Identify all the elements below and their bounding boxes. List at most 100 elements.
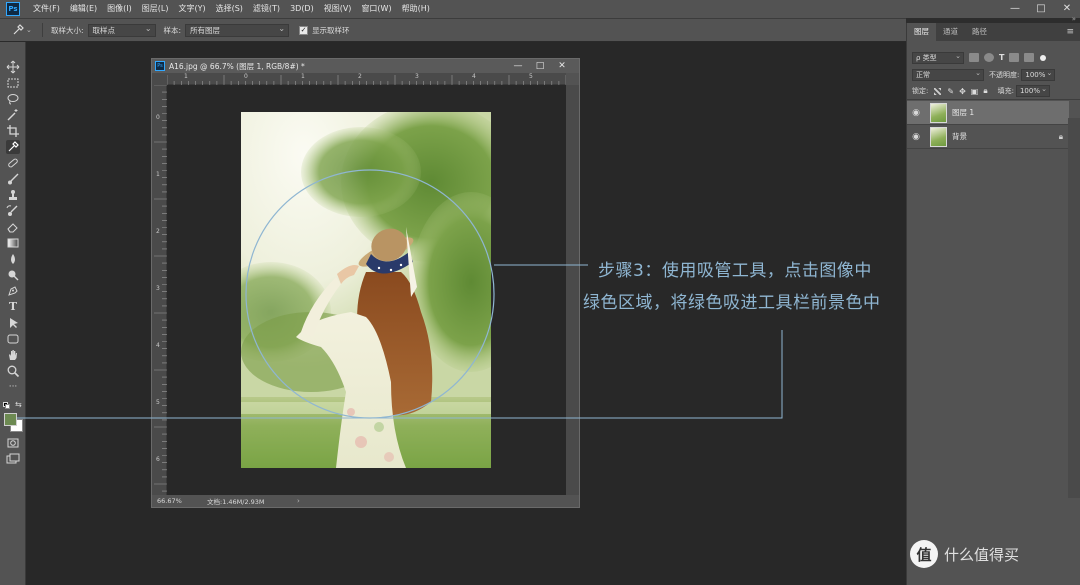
document-title-bar[interactable]: Ps A16.jpg @ 66.7% (图层 1, RGB/8#) * — □ … (152, 59, 579, 73)
smart-object-filter-icon[interactable] (1024, 53, 1035, 62)
clone-stamp-tool-icon[interactable] (6, 188, 20, 202)
rectangle-tool-icon[interactable] (6, 332, 20, 346)
layer-row-layer1[interactable]: ◉ 图层 1 (907, 101, 1069, 125)
move-tool-icon[interactable] (6, 60, 20, 74)
sample-select[interactable]: 所有图层 (185, 23, 290, 37)
close-button[interactable]: ✕ (1054, 0, 1080, 18)
annotation-text-line2: 绿色区域，将绿色吸进工具栏前景色中 (583, 293, 881, 313)
menu-3d[interactable]: 3D(D) (285, 0, 319, 18)
more-tools-icon[interactable]: ··· (6, 380, 20, 394)
ruler-v-label: 5 (156, 399, 160, 406)
window-controls: — □ ✕ (1002, 0, 1080, 18)
gradient-tool-icon[interactable] (6, 236, 20, 250)
show-ring-checkbox[interactable]: ✓ (299, 25, 309, 35)
filter-toggle-icon[interactable] (1040, 54, 1047, 61)
lock-all-icon[interactable]: 🔒︎ (983, 86, 987, 96)
foreground-color-swatch[interactable] (4, 413, 17, 426)
eyedropper-preset-icon[interactable]: ⌄ (12, 24, 34, 36)
menu-help[interactable]: 帮助(H) (397, 0, 435, 18)
ruler-h-label: 1 (301, 73, 305, 80)
document-status-bar: 66.67% 文档:1.46M/2.93M › (152, 495, 579, 507)
document-minimize-button[interactable]: — (507, 59, 529, 73)
document-title: A16.jpg @ 66.7% (图层 1, RGB/8#) * (169, 61, 305, 71)
screen-mode-icon[interactable] (6, 452, 20, 466)
status-menu-arrow-icon[interactable]: › (297, 497, 300, 505)
default-colors-icon[interactable] (3, 402, 10, 409)
layer-filter-select[interactable]: ρ 类型 (912, 51, 964, 64)
history-brush-tool-icon[interactable] (6, 204, 20, 218)
options-divider (42, 23, 43, 37)
blur-tool-icon[interactable] (6, 252, 20, 266)
layer-name[interactable]: 图层 1 (952, 107, 974, 118)
menu-type[interactable]: 文字(Y) (173, 0, 210, 18)
ruler-h-label: 2 (358, 73, 362, 80)
visibility-eye-icon[interactable]: ◉ (907, 108, 925, 118)
tab-layers[interactable]: 图层 (907, 23, 936, 41)
type-filter-icon[interactable]: T (999, 53, 1004, 62)
quick-mask-icon[interactable] (6, 436, 20, 450)
layer-lock-icon: 🔒︎ (1058, 131, 1063, 141)
eraser-tool-icon[interactable] (6, 220, 20, 234)
healing-brush-tool-icon[interactable] (6, 156, 20, 170)
pixel-filter-icon[interactable] (969, 53, 979, 62)
adjustment-filter-icon[interactable] (984, 53, 994, 62)
lock-transparent-icon[interactable] (934, 87, 942, 95)
visibility-eye-icon[interactable]: ◉ (907, 132, 925, 142)
opacity-input[interactable]: 100% (1021, 68, 1056, 81)
layer-thumbnail (930, 126, 947, 147)
lock-position-icon[interactable]: ✥ (959, 87, 966, 96)
ruler-corner (152, 73, 167, 85)
path-selection-tool-icon[interactable] (6, 316, 20, 330)
sample-size-select[interactable]: 取样点 (87, 23, 156, 37)
horizontal-ruler: 1 0 1 2 3 4 5 (167, 73, 566, 85)
swap-colors-icon[interactable]: ⇆ (15, 400, 22, 409)
opacity-label: 不透明度: (989, 70, 1020, 79)
crop-tool-icon[interactable] (6, 124, 20, 138)
blend-mode-select[interactable]: 正常 (912, 68, 984, 81)
menu-file[interactable]: 文件(F) (28, 0, 65, 18)
document-window: Ps A16.jpg @ 66.7% (图层 1, RGB/8#) * — □ … (151, 58, 580, 508)
ruler-h-label: 5 (529, 73, 533, 80)
lock-artboard-icon[interactable]: ▣ (971, 87, 979, 96)
zoom-level-field[interactable]: 66.67% (157, 497, 207, 505)
hand-tool-icon[interactable] (6, 348, 20, 362)
tab-channels[interactable]: 通道 (936, 23, 965, 41)
maximize-button[interactable]: □ (1028, 0, 1054, 18)
lock-image-icon[interactable]: ✎ (947, 87, 954, 96)
eyedropper-tool-icon[interactable] (6, 140, 20, 154)
minimize-button[interactable]: — (1002, 0, 1028, 18)
dodge-tool-icon[interactable] (6, 268, 20, 282)
menu-select[interactable]: 选择(S) (211, 0, 248, 18)
ruler-v-label: 2 (156, 228, 160, 235)
menu-image[interactable]: 图像(I) (102, 0, 137, 18)
magic-wand-tool-icon[interactable] (6, 108, 20, 122)
menu-window[interactable]: 窗口(W) (356, 0, 396, 18)
type-tool-icon[interactable]: T (6, 300, 20, 314)
fill-label: 填充: (997, 87, 1014, 95)
panel-menu-icon[interactable]: ≡ (1066, 23, 1074, 41)
menu-edit[interactable]: 编辑(E) (65, 0, 102, 18)
pen-tool-icon[interactable] (6, 284, 20, 298)
document-vertical-scrollbar[interactable] (566, 85, 579, 496)
sample-size-label: 取样大小: (51, 25, 84, 35)
canvas-area[interactable] (167, 85, 566, 496)
shape-filter-icon[interactable] (1009, 53, 1020, 62)
menu-layer[interactable]: 图层(L) (137, 0, 174, 18)
lasso-tool-icon[interactable] (6, 92, 20, 106)
layers-panel-scrollbar[interactable] (1068, 118, 1080, 498)
collapse-panels-icon[interactable]: » (1072, 15, 1076, 23)
brush-tool-icon[interactable] (6, 172, 20, 186)
document-close-button[interactable]: ✕ (551, 59, 573, 73)
menu-view[interactable]: 视图(V) (319, 0, 357, 18)
fill-input[interactable]: 100% (1015, 84, 1050, 97)
layer-row-background[interactable]: ◉ 背景 🔒︎ (907, 125, 1069, 149)
canvas-photo[interactable] (241, 112, 491, 468)
layer-name[interactable]: 背景 (952, 131, 967, 142)
document-window-controls: — □ ✕ (507, 59, 573, 73)
ruler-h-label: 3 (415, 73, 419, 80)
zoom-tool-icon[interactable] (6, 364, 20, 378)
tab-paths[interactable]: 路径 (965, 23, 994, 41)
marquee-tool-icon[interactable] (6, 76, 20, 90)
document-maximize-button[interactable]: □ (529, 59, 551, 73)
menu-filter[interactable]: 滤镜(T) (248, 0, 285, 18)
